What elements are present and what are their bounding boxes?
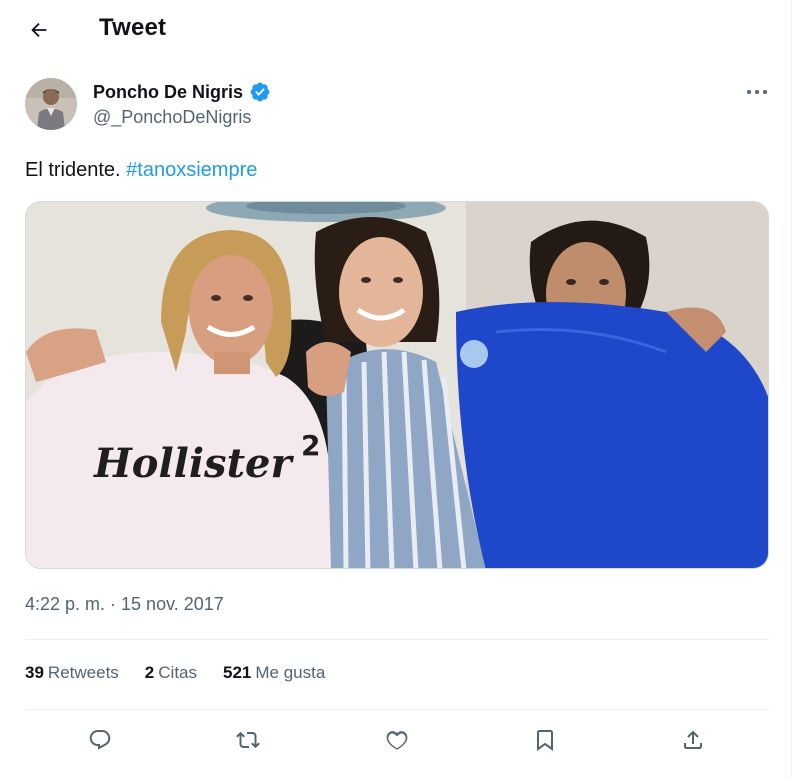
page-header: Tweet (0, 0, 791, 58)
avatar[interactable] (25, 78, 77, 130)
tweet-body: El tridente. (25, 159, 127, 181)
retweet-icon (236, 731, 260, 749)
like-button[interactable] (377, 720, 417, 760)
shirt-text: Hollister (93, 440, 295, 487)
retweets-count: 39 (25, 663, 44, 682)
more-icon (747, 90, 767, 94)
avatar-image (25, 78, 77, 130)
tweet-stats: 39 Retweets 2 Citas 521 Me gusta (25, 663, 351, 683)
tweet-text: El tridente. #tanoxsiempre (25, 159, 257, 182)
share-icon (684, 730, 702, 749)
likes-label: Me gusta (255, 663, 326, 682)
divider (25, 639, 769, 640)
retweets-stat[interactable]: 39 Retweets (25, 663, 119, 683)
tweet-timestamp[interactable]: 4:22 p. m. · 15 nov. 2017 (25, 594, 224, 615)
reply-button[interactable] (80, 720, 120, 760)
share-button[interactable] (673, 720, 713, 760)
author-display-name[interactable]: Poncho De Nigris (93, 82, 243, 103)
quotes-stat[interactable]: 2 Citas (145, 663, 197, 683)
divider (25, 709, 769, 710)
likes-count: 521 (223, 663, 252, 682)
reply-icon (89, 730, 111, 750)
shirt-number: 2 (301, 429, 320, 462)
tweet-photo[interactable]: Hollister 2 (25, 201, 769, 569)
back-button[interactable] (22, 13, 56, 47)
action-bar (0, 720, 791, 760)
author-name[interactable]: Poncho De Nigris (93, 81, 271, 103)
right-border (791, 0, 792, 778)
bookmark-button[interactable] (525, 720, 565, 760)
bookmark-icon (537, 730, 553, 751)
like-icon (386, 731, 408, 750)
more-button[interactable] (740, 80, 774, 104)
hashtag-link[interactable]: #tanoxsiempre (126, 159, 257, 181)
quotes-label: Citas (158, 663, 197, 682)
retweet-button[interactable] (228, 720, 268, 760)
likes-stat[interactable]: 521 Me gusta (223, 663, 325, 683)
author-handle[interactable]: @_PonchoDeNigris (93, 107, 251, 128)
retweets-label: Retweets (47, 663, 119, 682)
photo-illustration: Hollister 2 (26, 202, 768, 568)
page-title: Tweet (99, 14, 167, 41)
verified-badge-icon (250, 82, 270, 102)
quotes-count: 2 (144, 663, 155, 682)
back-arrow-icon (31, 22, 47, 38)
